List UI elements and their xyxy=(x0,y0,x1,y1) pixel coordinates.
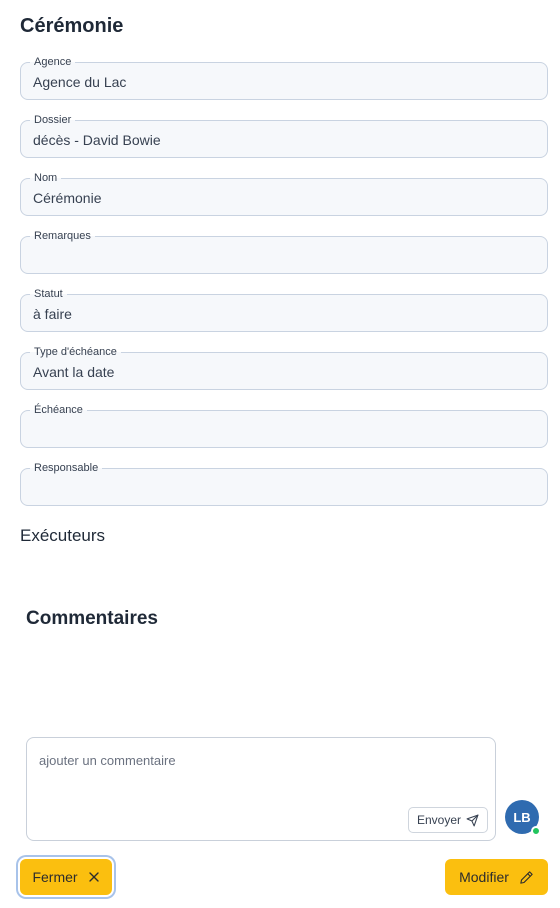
close-icon xyxy=(88,871,100,883)
comments-heading: Commentaires xyxy=(26,608,158,629)
paper-plane-icon xyxy=(466,814,479,827)
user-avatar[interactable]: LB xyxy=(505,800,541,836)
comment-placeholder: ajouter un commentaire xyxy=(39,753,176,768)
comment-input[interactable]: ajouter un commentaire Envoyer xyxy=(26,737,496,841)
close-button-label: Fermer xyxy=(32,869,78,885)
agence-field[interactable]: Agence Agence du Lac xyxy=(20,56,548,100)
field-label: Dossier xyxy=(30,114,76,126)
field-value: Avant la date xyxy=(33,364,115,380)
pencil-icon xyxy=(519,870,534,885)
echeance-field[interactable]: Échéance xyxy=(20,404,548,448)
field-value: Agence du Lac xyxy=(33,74,127,90)
statut-field[interactable]: Statut à faire xyxy=(20,288,548,332)
send-button[interactable]: Envoyer xyxy=(407,807,488,833)
field-label: Agence xyxy=(30,56,76,68)
executors-heading: Exécuteurs xyxy=(20,526,106,545)
edit-button-label: Modifier xyxy=(459,869,509,885)
edit-button[interactable]: Modifier xyxy=(445,859,548,895)
page-title: Cérémonie xyxy=(20,15,124,37)
field-value: décès - David Bowie xyxy=(33,132,161,148)
nom-field[interactable]: Nom Cérémonie xyxy=(20,172,548,216)
field-label: Type d'échéance xyxy=(30,346,121,358)
type-echeance-field[interactable]: Type d'échéance Avant la date xyxy=(20,346,548,390)
field-label: Responsable xyxy=(30,462,103,474)
field-label: Nom xyxy=(30,172,62,184)
field-value: Cérémonie xyxy=(33,190,102,206)
remarques-field[interactable]: Remarques xyxy=(20,230,548,274)
avatar-initials: LB xyxy=(513,809,531,825)
send-label: Envoyer xyxy=(416,813,461,827)
field-label: Statut xyxy=(30,288,67,300)
field-value: à faire xyxy=(33,306,72,322)
responsable-field[interactable]: Responsable xyxy=(20,462,548,506)
close-button[interactable]: Fermer xyxy=(20,859,112,895)
field-label: Échéance xyxy=(30,404,87,416)
field-label: Remarques xyxy=(30,230,95,242)
online-status-dot xyxy=(531,826,541,836)
dossier-field[interactable]: Dossier décès - David Bowie xyxy=(20,114,548,158)
